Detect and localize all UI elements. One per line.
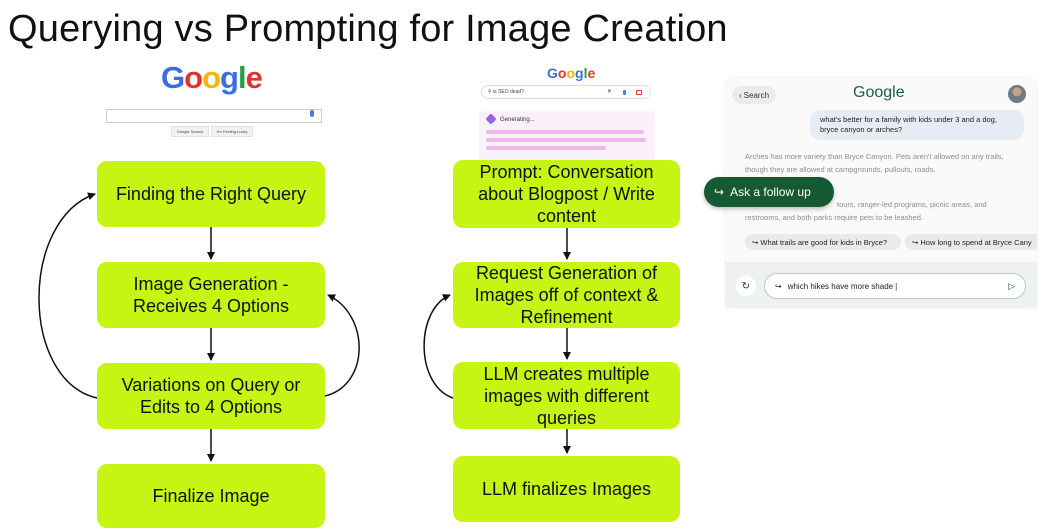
user-query-bubble: what's better for a family with kids und… [810,110,1024,140]
reply-arrow-icon: ↪ [752,237,761,247]
reply-arrow-icon: ↪ [912,237,921,247]
reply-arrow-icon: ↪ [775,281,782,291]
suggestion-chip[interactable]: ↪ What trails are good for kids in Bryce… [745,234,901,250]
avatar[interactable] [1008,85,1026,103]
loop-mid-back-to-request [423,294,454,399]
chip-label: What trails are good for kids in Bryce? [760,237,888,247]
back-label: Search [743,90,770,100]
refresh-icon[interactable]: ↻ [736,276,756,296]
chip-label: How long to spend at Bryce Cany [920,237,1032,247]
answer-text: Arches has more variety than Bryce Canyo… [745,152,1004,174]
reply-arrow-icon: ↪ [714,185,725,199]
back-button[interactable]: ‹ Search [732,86,777,104]
follow-up-label: Ask a follow up [730,185,811,199]
google-wordmark: Google [853,84,905,101]
text-cursor: | [895,281,898,291]
follow-up-input[interactable]: ↪ which hikes have more shade | ▷ [764,273,1026,299]
input-text: which hikes have more shade [787,281,894,291]
suggestion-chip[interactable]: ↪ How long to spend at Bryce Cany [905,234,1037,250]
chevron-left-icon: ‹ [739,90,742,100]
ask-follow-up-button[interactable]: ↪ Ask a follow up [704,177,834,207]
send-icon[interactable]: ▷ [1008,281,1015,292]
loop-left-back-to-query [38,192,98,399]
loop-right-back-to-generation [324,294,360,397]
